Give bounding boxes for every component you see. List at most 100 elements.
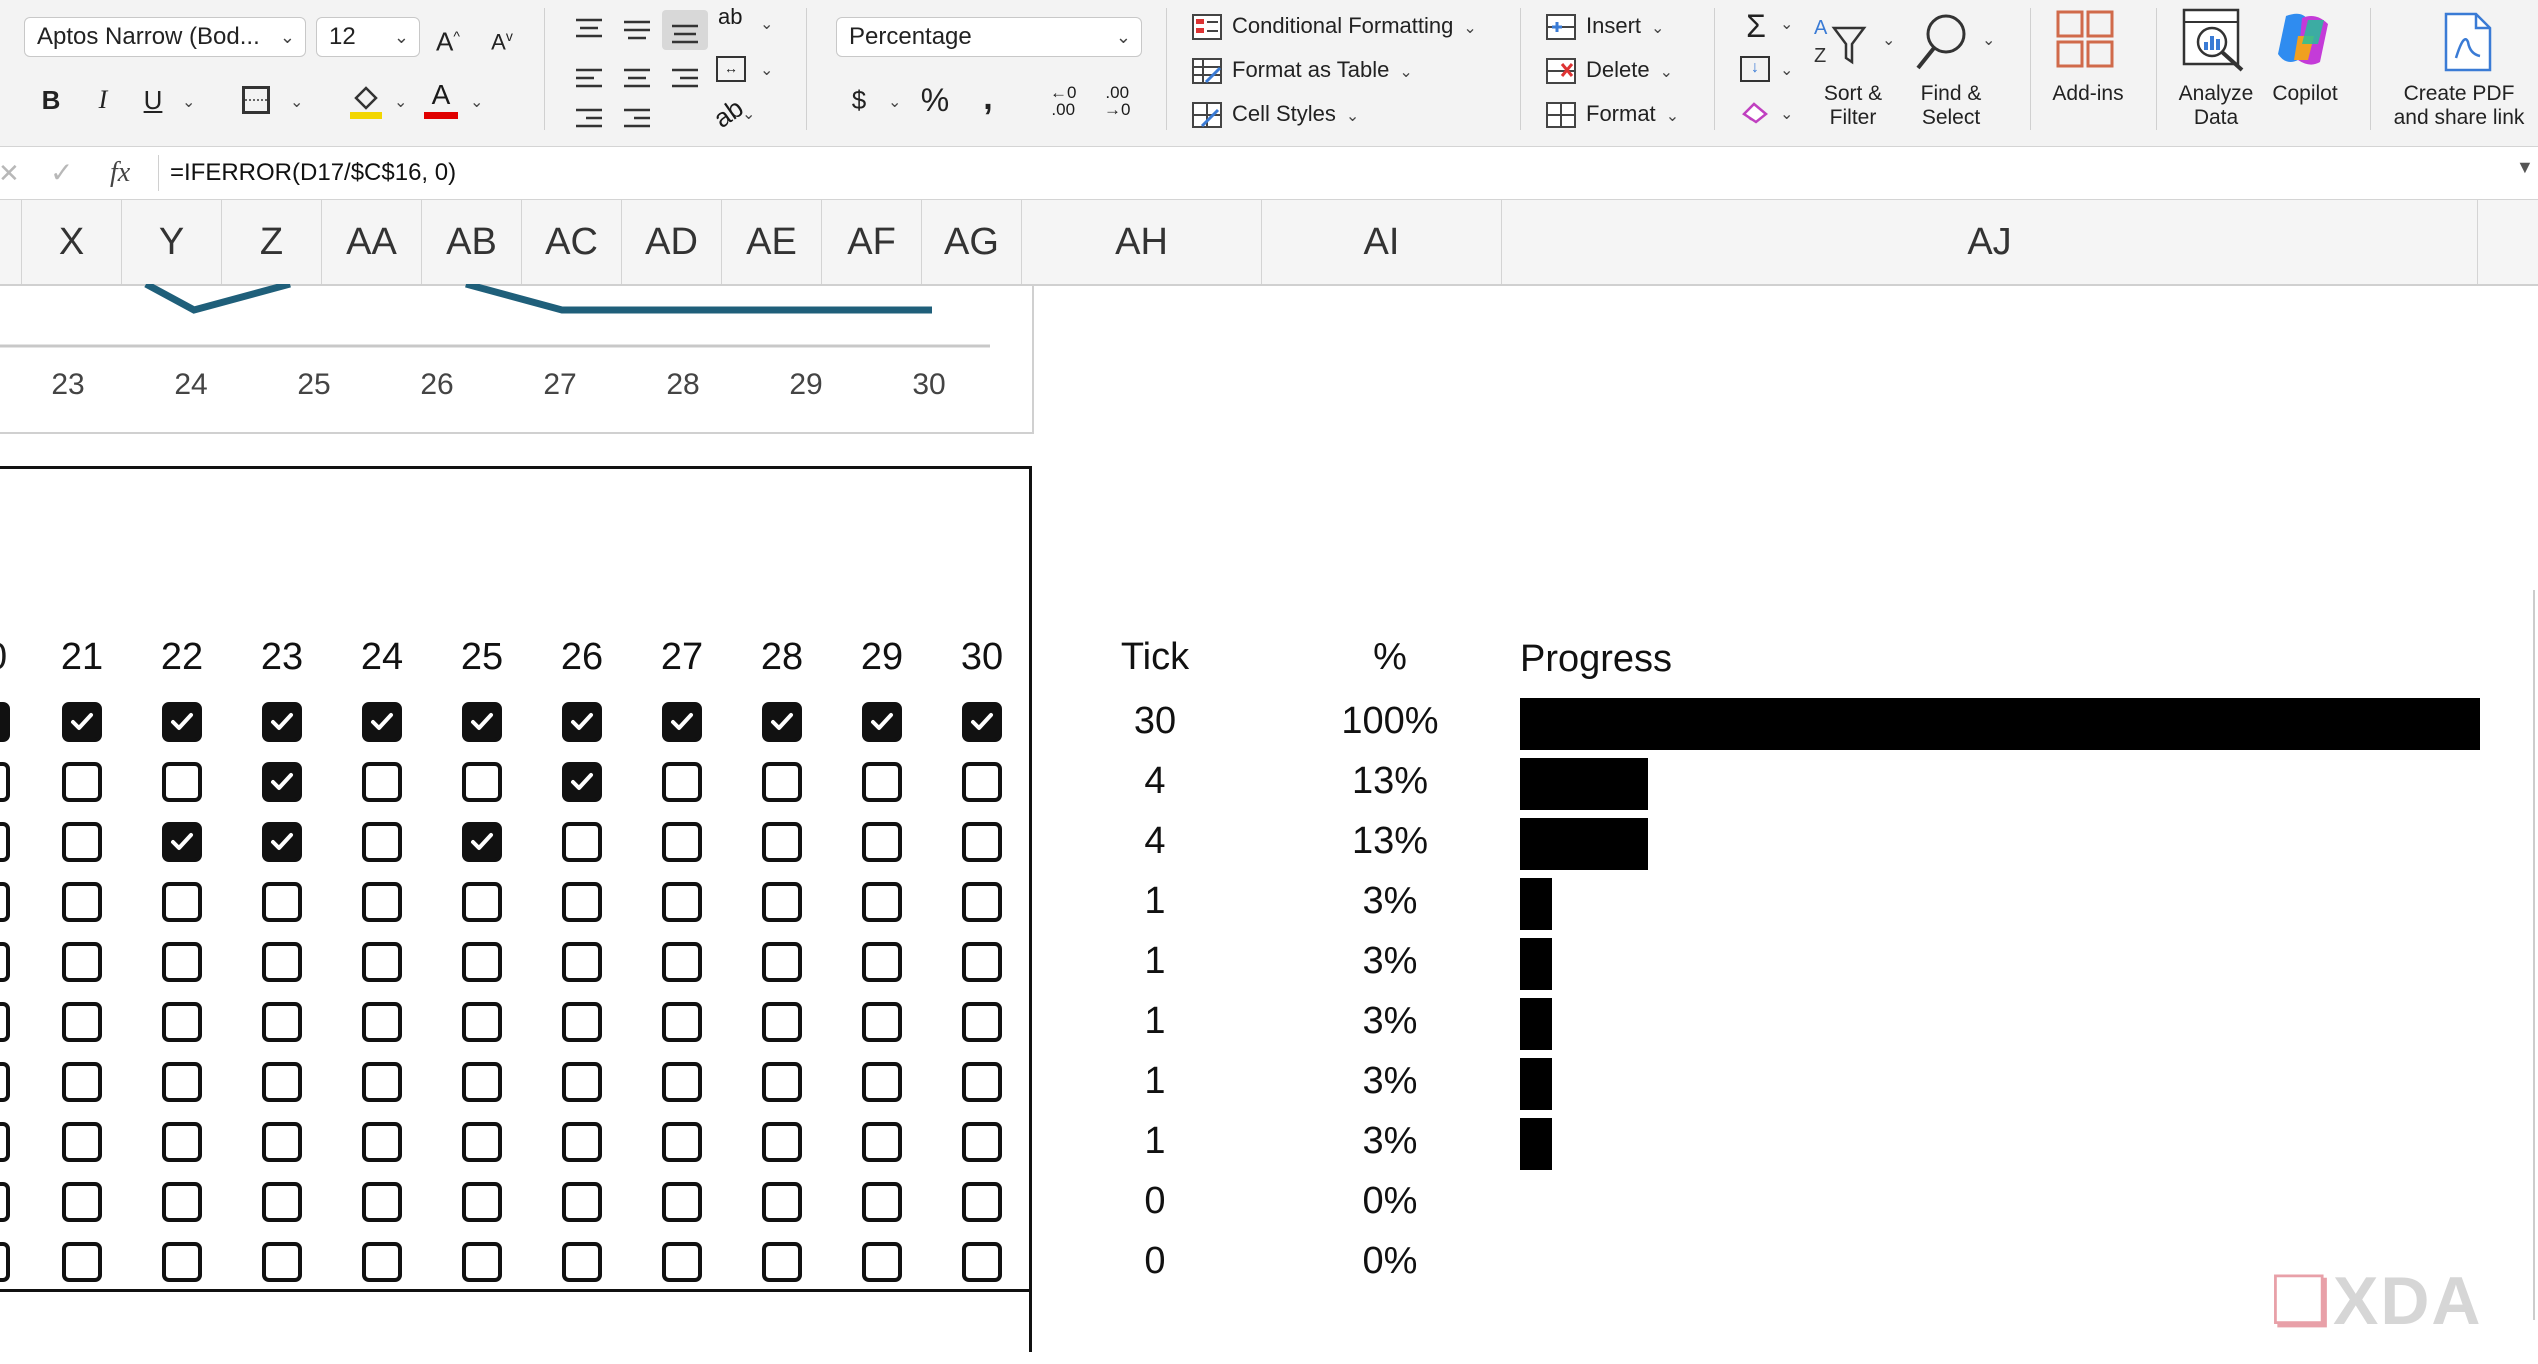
habit-checkbox[interactable] — [262, 822, 302, 862]
habit-checkbox[interactable] — [662, 762, 702, 802]
habit-checkbox[interactable] — [862, 822, 902, 862]
habit-checkbox[interactable] — [362, 702, 402, 742]
merge-center-button[interactable]: ↔ — [716, 56, 746, 82]
find-select-button[interactable] — [1910, 10, 1970, 80]
column-header-z[interactable]: Z — [222, 200, 322, 284]
habit-checkbox[interactable] — [62, 1242, 102, 1282]
habit-checkbox[interactable] — [862, 1002, 902, 1042]
checkbox-partial[interactable] — [0, 1122, 10, 1162]
analyze-data-button[interactable] — [2182, 8, 2248, 74]
increase-decimal-button[interactable]: ←0.00 — [1050, 84, 1076, 118]
wrap-text-button[interactable]: ab — [718, 6, 742, 28]
line-chart[interactable]: 23 24 25 26 27 28 29 30 — [0, 280, 1034, 434]
habit-checkbox[interactable] — [462, 882, 502, 922]
fill-button[interactable]: ↓ — [1740, 56, 1770, 82]
cell-styles-button[interactable]: Cell Styles ⌄ — [1192, 96, 1359, 135]
habit-checkbox[interactable] — [762, 762, 802, 802]
habit-checkbox[interactable] — [362, 1242, 402, 1282]
habit-checkbox[interactable] — [562, 1182, 602, 1222]
habit-checkbox[interactable] — [262, 1182, 302, 1222]
habit-checkbox[interactable] — [462, 1062, 502, 1102]
habit-checkbox[interactable] — [362, 1122, 402, 1162]
chevron-down-icon[interactable]: ⌄ — [1882, 30, 1895, 50]
habit-checkbox[interactable] — [962, 1242, 1002, 1282]
column-header-ac[interactable]: AC — [522, 200, 622, 284]
habit-checkbox[interactable] — [62, 702, 102, 742]
column-header-af[interactable]: AF — [822, 200, 922, 284]
chevron-down-icon[interactable]: ⌄ — [1780, 14, 1793, 34]
habit-checkbox[interactable] — [962, 822, 1002, 862]
comma-style-button[interactable]: , — [976, 78, 1000, 118]
habit-checkbox[interactable] — [462, 1242, 502, 1282]
habit-checkbox[interactable] — [562, 702, 602, 742]
delete-cells-button[interactable]: Delete ⌄ — [1546, 52, 1673, 91]
bold-button[interactable]: B — [34, 80, 68, 120]
habit-checkbox[interactable] — [262, 942, 302, 982]
habit-checkbox[interactable] — [262, 1242, 302, 1282]
fill-color-button[interactable] — [350, 82, 382, 120]
habit-checkbox[interactable] — [362, 882, 402, 922]
habit-checkbox[interactable] — [562, 1002, 602, 1042]
habit-checkbox[interactable] — [962, 702, 1002, 742]
habit-checkbox[interactable] — [662, 1122, 702, 1162]
habit-checkbox[interactable] — [762, 942, 802, 982]
habit-checkbox[interactable] — [662, 942, 702, 982]
chevron-down-icon[interactable]: ⌄ — [290, 92, 303, 112]
habit-checkbox[interactable] — [962, 1062, 1002, 1102]
habit-checkbox[interactable] — [762, 1002, 802, 1042]
chevron-down-icon[interactable]: ⌄ — [760, 60, 773, 80]
habit-checkbox[interactable] — [162, 1122, 202, 1162]
habit-checkbox[interactable] — [562, 1242, 602, 1282]
habit-checkbox[interactable] — [162, 1062, 202, 1102]
habit-checkbox[interactable] — [62, 1002, 102, 1042]
habit-checkbox[interactable] — [162, 1182, 202, 1222]
habit-checkbox[interactable] — [262, 1062, 302, 1102]
autosum-button[interactable]: Σ — [1740, 6, 1772, 46]
chevron-down-icon[interactable]: ⌄ — [182, 92, 195, 112]
habit-checkbox[interactable] — [362, 822, 402, 862]
decrease-decimal-button[interactable]: .00 →0 — [1104, 84, 1130, 118]
formula-input[interactable]: =IFERROR(D17/$C$16, 0) — [170, 147, 456, 199]
chevron-down-icon[interactable]: ⌄ — [888, 92, 901, 112]
checkbox-partial[interactable] — [0, 942, 10, 982]
chevron-down-icon[interactable]: ⌄ — [760, 14, 773, 34]
habit-checkbox[interactable] — [662, 1182, 702, 1222]
addins-button[interactable] — [2056, 10, 2116, 70]
habit-checkbox[interactable] — [162, 762, 202, 802]
habit-checkbox[interactable] — [562, 882, 602, 922]
habit-checkbox[interactable] — [362, 762, 402, 802]
chevron-down-icon[interactable]: ⌄ — [394, 92, 407, 112]
habit-checkbox[interactable] — [662, 1062, 702, 1102]
habit-checkbox[interactable] — [462, 1002, 502, 1042]
cancel-icon[interactable]: ✕ — [0, 147, 20, 199]
habit-checkbox[interactable] — [662, 882, 702, 922]
copilot-button[interactable] — [2272, 10, 2336, 70]
habit-checkbox[interactable] — [162, 1002, 202, 1042]
chevron-down-icon[interactable]: ⌄ — [1780, 60, 1793, 80]
habit-checkbox[interactable] — [262, 882, 302, 922]
habit-checkbox[interactable] — [962, 1182, 1002, 1222]
column-header-x[interactable]: X — [22, 200, 122, 284]
column-header-aa[interactable]: AA — [322, 200, 422, 284]
increase-font-size-button[interactable]: A^ — [430, 16, 466, 62]
checkbox-partial[interactable] — [0, 882, 10, 922]
format-as-table-button[interactable]: Format as Table ⌄ — [1192, 52, 1413, 91]
habit-checkbox[interactable] — [462, 1122, 502, 1162]
habit-checkbox[interactable] — [862, 1182, 902, 1222]
habit-checkbox[interactable] — [362, 1062, 402, 1102]
column-header-ag[interactable]: AG — [922, 200, 1022, 284]
habit-checkbox[interactable] — [762, 1062, 802, 1102]
clear-button[interactable] — [1740, 100, 1770, 124]
chevron-down-icon[interactable]: ⌄ — [1780, 104, 1793, 124]
habit-checkbox[interactable] — [162, 882, 202, 922]
habit-checkbox[interactable] — [262, 1122, 302, 1162]
habit-checkbox[interactable] — [662, 1002, 702, 1042]
habit-checkbox[interactable] — [562, 942, 602, 982]
habit-checkbox[interactable] — [62, 1062, 102, 1102]
column-header-ah[interactable]: AH — [1022, 200, 1262, 284]
habit-checkbox[interactable] — [562, 1062, 602, 1102]
expand-formula-bar-icon[interactable]: ▼ — [2516, 157, 2534, 178]
habit-checkbox[interactable] — [62, 882, 102, 922]
column-header-aj[interactable]: AJ — [1502, 200, 2478, 284]
sort-filter-button[interactable]: A Z — [1812, 10, 1882, 82]
